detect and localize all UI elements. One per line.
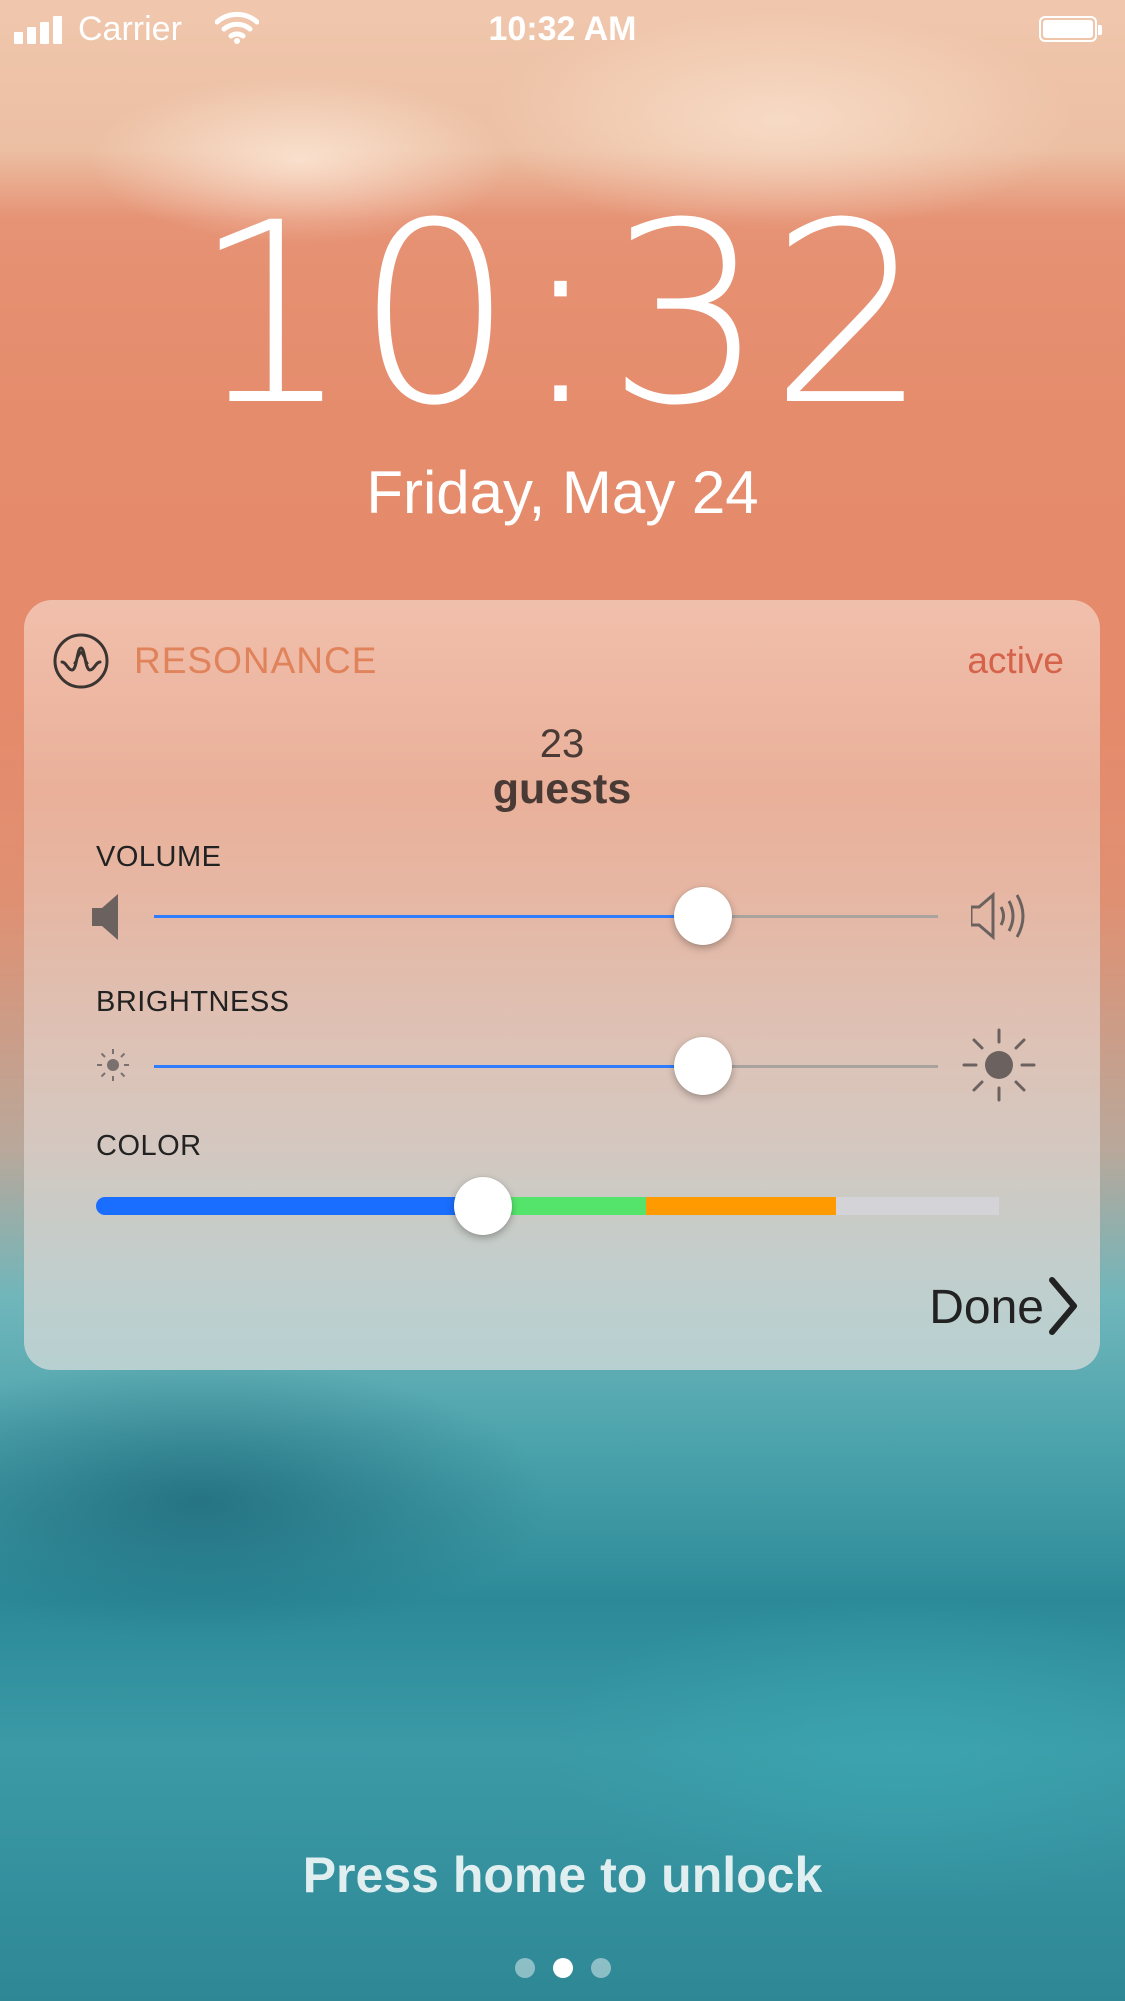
chevron-right-icon[interactable]	[1046, 1276, 1080, 1336]
battery-icon	[1039, 16, 1102, 42]
color-slider-thumb[interactable]	[454, 1177, 513, 1235]
color-segment-blue	[96, 1197, 484, 1215]
brightness-slider[interactable]	[154, 1037, 938, 1095]
status-time: 10:32 AM	[488, 10, 637, 48]
resonance-widget: RESONANCE active 23 guests VOLUME BRIGHT…	[24, 600, 1100, 1370]
page-dot[interactable]	[552, 1958, 573, 1978]
color-label: COLOR	[96, 1130, 202, 1162]
brightness-slider-fill	[154, 1065, 703, 1068]
page-indicator[interactable]	[0, 1958, 1125, 1978]
app-name: RESONANCE	[134, 640, 378, 681]
sun-small-icon	[97, 1049, 129, 1081]
color-segment-gray	[836, 1197, 999, 1215]
status-bar: Carrier 10:32 AM	[0, 0, 1125, 60]
sun-large-icon	[962, 1028, 1036, 1102]
lock-clock: 10:32	[192, 169, 933, 460]
speaker-low-icon	[92, 894, 118, 940]
volume-label: VOLUME	[96, 841, 222, 873]
guests-count: 23	[539, 722, 585, 766]
color-slider[interactable]	[96, 1197, 1029, 1215]
brightness-slider-thumb[interactable]	[673, 1037, 732, 1095]
volume-slider[interactable]	[154, 887, 938, 945]
resonance-logo-icon	[53, 633, 109, 689]
volume-slider-fill	[154, 915, 703, 918]
page-dot[interactable]	[514, 1958, 535, 1978]
status-badge: active	[967, 640, 1064, 681]
unlock-hint: Press home to unlock	[302, 1847, 823, 1903]
brightness-label: BRIGHTNESS	[96, 986, 290, 1018]
guests-label: guests	[492, 765, 632, 813]
color-segment-orange	[645, 1197, 837, 1215]
volume-slider-thumb[interactable]	[673, 887, 732, 945]
done-button[interactable]: Done	[929, 1280, 1044, 1335]
lock-date: Friday, May 24	[366, 459, 759, 526]
speaker-high-icon	[971, 891, 1025, 941]
page-dot[interactable]	[590, 1958, 611, 1978]
